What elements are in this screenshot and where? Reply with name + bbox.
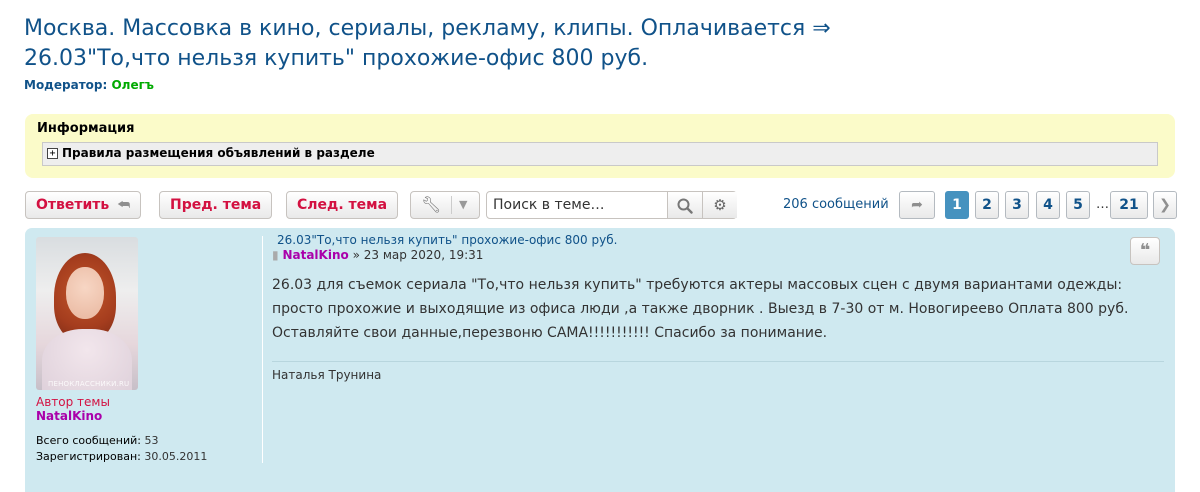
registered-value: 30.05.2011 (144, 450, 208, 463)
profile-username-link[interactable]: NatalKino (36, 409, 102, 423)
quote-button[interactable]: ❝ (1130, 237, 1160, 265)
reply-button[interactable]: Ответить ⮪ (25, 191, 142, 219)
advanced-search-button[interactable]: ⚙ (702, 192, 737, 218)
registered-label: Зарегистрирован: (36, 450, 141, 463)
author-role: Автор темы (36, 395, 110, 409)
posts-value-link[interactable]: 53 (144, 434, 158, 447)
page-title: Москва. Массовка в кино, сериалы, реклам… (24, 14, 844, 74)
moderator-label: Модератор: (24, 78, 108, 92)
page-link-1[interactable]: 1 (945, 191, 969, 219)
page-link-4[interactable]: 4 (1036, 191, 1060, 219)
signature: Наталья Трунина (272, 368, 382, 382)
topic-search-box: ⚙ (486, 191, 737, 219)
moderator-line: Модератор: Олегъ (24, 78, 154, 92)
info-panel: Информация + Правила размещения объявлен… (25, 114, 1175, 178)
search-icon (677, 198, 693, 214)
divider (451, 196, 452, 214)
posts-label: Всего сообщений: (36, 434, 141, 447)
post-meta: ▮ NatalKino » 23 мар 2020, 19:31 (272, 248, 483, 262)
quote-icon: ❝ (1139, 240, 1151, 261)
jump-arrow-icon: ➦ (911, 197, 923, 213)
post-link-icon[interactable]: ▮ (272, 248, 279, 262)
wrench-icon: 🔧︎ (421, 195, 442, 214)
reply-button-label: Ответить (36, 197, 110, 213)
prev-topic-label: Пред. тема (170, 197, 262, 213)
rules-spoiler[interactable]: + Правила размещения объявлений в раздел… (42, 142, 1158, 166)
divider (262, 236, 263, 463)
post-author-link[interactable]: NatalKino (282, 248, 348, 262)
moderator-name-link[interactable]: Олегъ (111, 78, 153, 92)
post-count: 206 сообщений (783, 197, 889, 212)
next-topic-button[interactable]: След. тема (286, 191, 399, 219)
page-ellipsis: … (1096, 197, 1109, 212)
post-subject-link[interactable]: 26.03"То,что нельзя купить" прохожие-офи… (277, 233, 617, 247)
reply-arrow-icon: ⮪ (117, 197, 131, 213)
expand-toggle-icon[interactable]: + (47, 148, 58, 159)
page-link-last[interactable]: 21 (1110, 191, 1148, 219)
topic-tools-dropdown[interactable]: 🔧︎ ▼ (410, 191, 480, 219)
page-link-5[interactable]: 5 (1066, 191, 1090, 219)
profile-registered: Зарегистрирован: 30.05.2011 (36, 450, 207, 463)
search-button[interactable] (667, 192, 702, 218)
info-title: Информация (37, 121, 135, 136)
next-topic-label: След. тема (297, 197, 388, 213)
date-separator: » (352, 248, 360, 262)
rules-spoiler-label[interactable]: Правила размещения объявлений в разделе (62, 146, 375, 160)
topic-title-link[interactable]: Москва. Массовка в кино, сериалы, реклам… (24, 16, 831, 71)
profile-post-count: Всего сообщений: 53 (36, 434, 158, 447)
gear-icon: ⚙ (713, 196, 727, 214)
signature-divider (272, 361, 1164, 362)
chevron-down-icon: ▼ (459, 198, 468, 211)
prev-topic-button[interactable]: Пред. тема (159, 191, 273, 219)
jump-to-page-button[interactable]: ➦ (899, 191, 935, 219)
next-page-button[interactable]: ❯ (1153, 191, 1177, 219)
page-link-2[interactable]: 2 (975, 191, 999, 219)
chevron-right-icon: ❯ (1159, 197, 1171, 213)
post-body: 26.03 для съемок сериала "То,что нельзя … (272, 277, 1129, 341)
post: ПЕНОКЛАССНИКИ.RU Автор темы NatalKino Вс… (25, 228, 1175, 492)
avatar-watermark: ПЕНОКЛАССНИКИ.RU (48, 380, 130, 388)
post-date: 23 мар 2020, 19:31 (363, 248, 484, 262)
search-input[interactable] (487, 192, 677, 218)
page-link-3[interactable]: 3 (1005, 191, 1029, 219)
avatar[interactable]: ПЕНОКЛАССНИКИ.RU (36, 237, 138, 390)
